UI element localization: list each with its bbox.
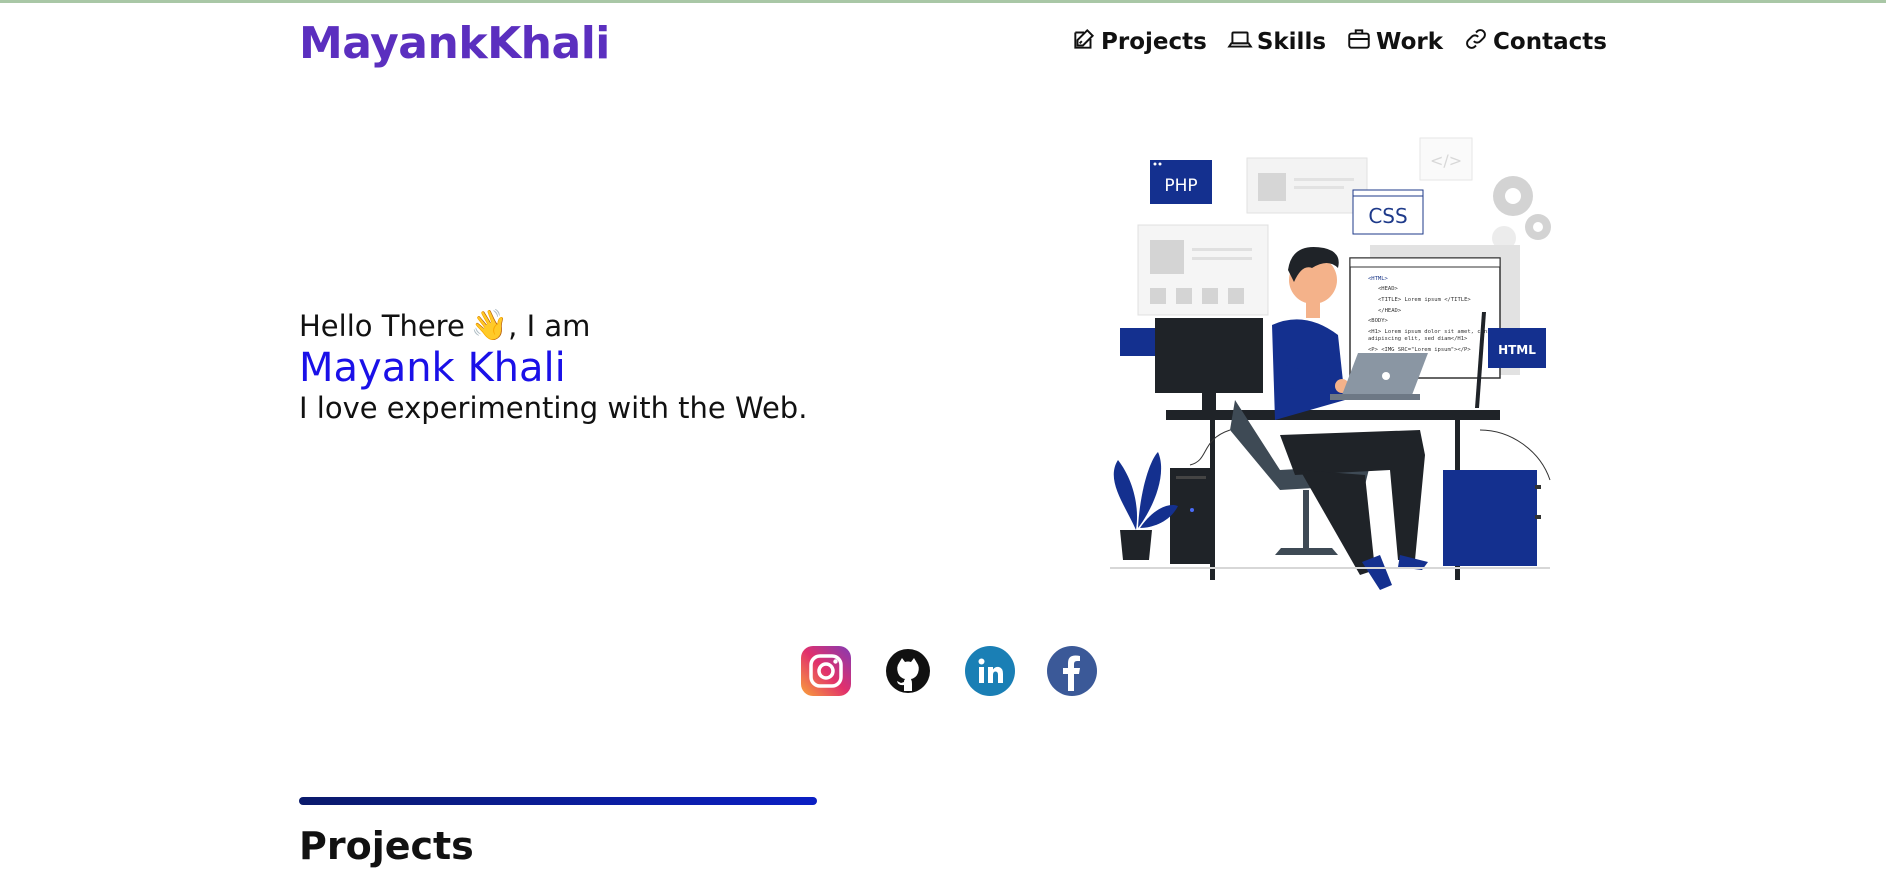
briefcase-icon (1346, 26, 1372, 58)
nav-item-work[interactable]: Work (1346, 26, 1443, 58)
waving-hand-icon: 👋 (470, 308, 509, 343)
pencil-square-icon (1071, 26, 1097, 58)
instagram-icon[interactable] (800, 645, 852, 697)
greeting: Hello There 👋 , I am (299, 308, 807, 343)
nav-item-skills[interactable]: Skills (1227, 26, 1326, 58)
svg-text:<HEAD>: <HEAD> (1378, 286, 1399, 292)
projects-section-title: Projects (299, 824, 474, 868)
svg-text:<TITLE> Lorem ipsum </TITLE>: <TITLE> Lorem ipsum </TITLE> (1378, 297, 1471, 303)
svg-text:<P> <IMG SRC="Lorem ipsum"></P: <P> <IMG SRC="Lorem ipsum"></P> (1368, 347, 1471, 353)
link-icon (1463, 26, 1489, 58)
browser-top-line (0, 0, 1886, 3)
nav-label: Contacts (1493, 29, 1607, 55)
laptop-icon (1227, 26, 1253, 58)
nav-item-projects[interactable]: Projects (1071, 26, 1207, 58)
hero-tagline: I love experimenting with the Web. (299, 391, 808, 425)
greeting-suffix: , I am (508, 308, 591, 343)
site-logo[interactable]: MayankKhali (299, 18, 610, 69)
php-label: PHP (1164, 176, 1197, 196)
svg-text:</>: </> (1430, 151, 1462, 170)
css-label: CSS (1368, 204, 1407, 228)
nav-label: Work (1376, 29, 1444, 55)
svg-text:<BODY>: <BODY> (1368, 318, 1389, 324)
linkedin-icon[interactable] (964, 645, 1016, 697)
main-nav: Projects Skills Work Contacts (1071, 26, 1607, 58)
facebook-icon[interactable] (1046, 645, 1098, 697)
hero-text: Hello There 👋 , I am Mayank Khali I love… (299, 308, 807, 425)
html-label: HTML (1498, 343, 1536, 357)
nav-item-contacts[interactable]: Contacts (1463, 26, 1607, 58)
svg-text:</HEAD>: </HEAD> (1378, 308, 1402, 314)
svg-text:<HTML>: <HTML> (1368, 276, 1389, 282)
nav-label: Projects (1101, 29, 1207, 55)
social-links (800, 645, 1098, 697)
hero-name: Mayank Khali (299, 345, 566, 391)
github-icon[interactable] (882, 645, 934, 697)
svg-text:adipiscing elit, sed diam</H1>: adipiscing elit, sed diam</H1> (1368, 336, 1468, 342)
greeting-text: Hello There (299, 308, 465, 343)
nav-label: Skills (1256, 29, 1327, 55)
section-divider-bar (299, 797, 817, 805)
developer-illustration: </> PHP CSS <HTML> <HEAD> <TITLE> Lorem … (1080, 130, 1580, 610)
